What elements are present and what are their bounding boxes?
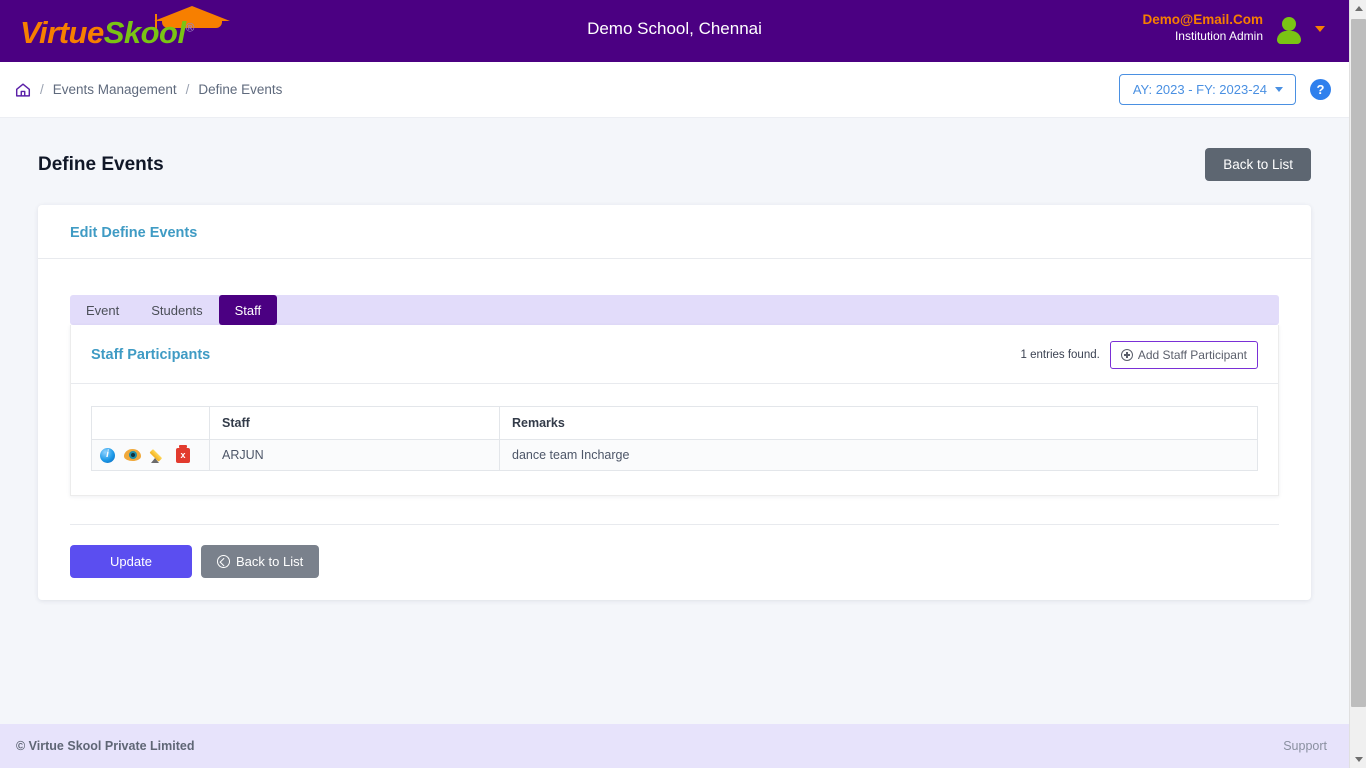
user-role: Institution Admin xyxy=(1174,28,1263,43)
column-header-remarks: Remarks xyxy=(499,406,1258,440)
add-staff-participant-button[interactable]: Add Staff Participant xyxy=(1109,341,1258,369)
site-footer: © Virtue Skool Private Limited Support xyxy=(0,724,1349,768)
edit-define-events-card: Edit Define Events Event Students Staff … xyxy=(38,205,1311,600)
cell-remarks: dance team Incharge xyxy=(499,439,1258,471)
info-icon[interactable]: i xyxy=(100,447,115,463)
back-to-list-label: Back to List xyxy=(236,554,304,569)
help-icon[interactable]: ? xyxy=(1310,79,1331,100)
back-to-list-top-button[interactable]: Back to List xyxy=(1205,148,1311,181)
staff-participants-table: Staff Remarks i x ARJUN dance team Incha… xyxy=(91,406,1258,471)
browser-viewport: VirtueSkool® Demo School, Chennai Demo@E… xyxy=(0,0,1366,768)
staff-participants-panel: Staff Participants 1 entries found. Add … xyxy=(70,325,1279,496)
chevron-down-icon[interactable] xyxy=(1315,25,1325,32)
tab-bar: Event Students Staff xyxy=(70,295,1279,325)
user-email: Demo@Email.Com xyxy=(1142,12,1263,27)
chevron-down-icon xyxy=(1275,87,1283,92)
table-header-row: Staff Remarks xyxy=(91,406,1258,440)
scrollbar-up-arrow[interactable] xyxy=(1350,0,1366,17)
page-scrollbar[interactable] xyxy=(1349,0,1366,768)
scrollbar-down-arrow[interactable] xyxy=(1350,751,1366,768)
edit-pencil-icon[interactable] xyxy=(150,448,167,463)
breadcrumb-separator-2: / xyxy=(185,82,190,97)
home-icon[interactable] xyxy=(14,81,32,99)
breadcrumb-separator-1: / xyxy=(40,82,44,97)
panel-header-actions: 1 entries found. Add Staff Participant xyxy=(1021,341,1258,369)
breadcrumb-right-controls: AY: 2023 - FY: 2023-24 ? xyxy=(1118,74,1331,105)
footer-copyright: © Virtue Skool Private Limited xyxy=(16,739,195,753)
entries-found-label: 1 entries found. xyxy=(1020,349,1100,361)
tab-event[interactable]: Event xyxy=(70,295,135,325)
breadcrumb-item-define-events[interactable]: Define Events xyxy=(198,82,282,97)
column-header-staff: Staff xyxy=(209,406,500,440)
back-to-list-button[interactable]: Back to List xyxy=(201,545,320,578)
column-header-actions xyxy=(91,406,210,440)
row-action-icons: i x xyxy=(100,445,201,463)
plus-circle-icon xyxy=(1120,349,1133,361)
delete-icon[interactable]: x xyxy=(176,445,190,463)
table-row: i x ARJUN dance team Incharge xyxy=(91,439,1258,471)
table-body: i x ARJUN dance team Incharge xyxy=(91,439,1258,471)
breadcrumb-bar: / Events Management / Define Events AY: … xyxy=(0,62,1349,118)
page-root: VirtueSkool® Demo School, Chennai Demo@E… xyxy=(0,0,1349,768)
page-body: Define Events Back to List Edit Define E… xyxy=(0,118,1349,600)
update-button[interactable]: Update xyxy=(70,545,192,578)
tab-staff[interactable]: Staff xyxy=(218,295,278,325)
panel-title: Staff Participants xyxy=(91,347,211,363)
card-title: Edit Define Events xyxy=(70,225,198,241)
page-header: Define Events Back to List xyxy=(0,118,1349,181)
row-actions-cell: i x xyxy=(91,439,210,471)
user-avatar-icon[interactable] xyxy=(1277,14,1301,44)
tab-students[interactable]: Students xyxy=(135,295,218,325)
cell-staff: ARJUN xyxy=(209,439,500,471)
arrow-left-circle-icon xyxy=(217,555,230,568)
user-info: Demo@Email.Com Institution Admin xyxy=(1143,12,1263,44)
staff-table-wrapper: Staff Remarks i x ARJUN dance team Incha… xyxy=(71,384,1278,471)
academic-year-value: AY: 2023 - FY: 2023-24 xyxy=(1132,82,1267,97)
top-header-bar: VirtueSkool® Demo School, Chennai Demo@E… xyxy=(0,0,1349,62)
card-header: Edit Define Events xyxy=(38,205,1311,259)
footer-support-link[interactable]: Support xyxy=(1283,739,1327,753)
breadcrumb: / Events Management / Define Events xyxy=(40,82,282,97)
breadcrumb-item-events-management[interactable]: Events Management xyxy=(53,82,177,97)
scrollbar-thumb[interactable] xyxy=(1351,19,1366,707)
add-staff-participant-label: Add Staff Participant xyxy=(1137,348,1247,362)
table-head: Staff Remarks xyxy=(91,406,1258,440)
user-menu[interactable]: Demo@Email.Com Institution Admin xyxy=(1143,12,1325,44)
form-action-buttons: Update Back to List xyxy=(70,524,1279,578)
panel-header: Staff Participants 1 entries found. Add … xyxy=(71,325,1278,384)
page-title: Define Events xyxy=(38,153,164,175)
view-eye-icon[interactable] xyxy=(124,449,141,461)
academic-year-select[interactable]: AY: 2023 - FY: 2023-24 xyxy=(1118,74,1296,105)
